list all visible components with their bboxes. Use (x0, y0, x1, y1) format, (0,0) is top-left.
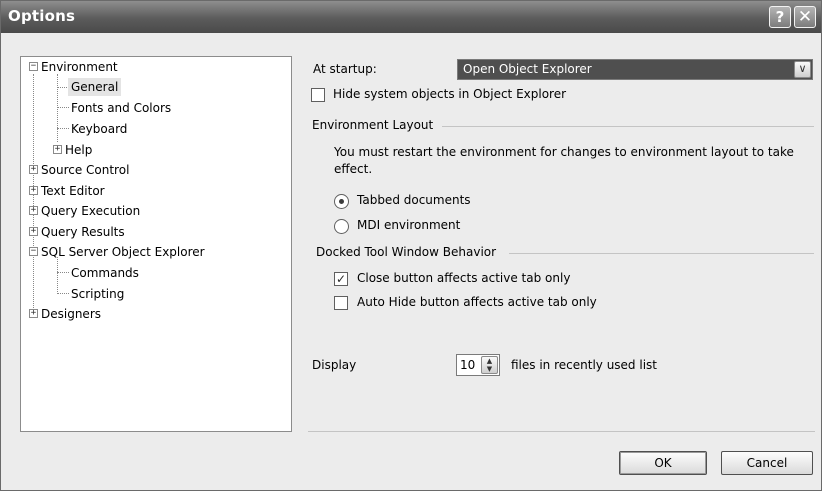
tree-connector (57, 293, 69, 294)
tree-item-label: Query Results (41, 225, 125, 239)
tabbed-documents-label: Tabbed documents (357, 193, 471, 207)
tree-item-text-editor[interactable]: Text Editor (41, 182, 105, 200)
close-button-label: Close button affects active tab only (357, 271, 571, 285)
chevron-up-icon[interactable]: ▲ (482, 357, 497, 365)
chevron-down-icon[interactable]: ▼ (482, 365, 497, 373)
tree-item-label: Scripting (71, 287, 125, 301)
options-dialog: Options ? ✕ − Environment General Fonts … (0, 0, 822, 491)
tree-item-label: SQL Server Object Explorer (41, 245, 205, 259)
recent-files-count-stepper[interactable]: 10 ▲ ▼ (456, 354, 500, 376)
tree-connector (57, 107, 69, 108)
dialog-title: Options (8, 7, 76, 25)
stepper-arrows[interactable]: ▲ ▼ (481, 356, 498, 374)
expand-toggle-text-editor[interactable]: + (29, 186, 38, 195)
collapse-toggle-sql-server-object-explorer[interactable]: − (29, 247, 38, 256)
tree-connector (57, 128, 69, 129)
expand-toggle-query-execution[interactable]: + (29, 206, 38, 215)
collapse-toggle-environment[interactable]: − (29, 62, 38, 71)
tree-item-keyboard[interactable]: Keyboard (71, 120, 127, 138)
tree-item-label: Commands (71, 266, 139, 280)
tree-item-help[interactable]: Help (65, 141, 92, 159)
tree-item-fonts-and-colors[interactable]: Fonts and Colors (71, 99, 171, 117)
tree-item-label: Fonts and Colors (71, 101, 172, 115)
expand-toggle-help[interactable]: + (53, 145, 62, 154)
chevron-down-icon[interactable]: ∨ (794, 61, 811, 78)
tree-item-general[interactable]: General (68, 78, 122, 96)
tree-item-query-execution[interactable]: Query Execution (41, 202, 140, 220)
display-label: Display (312, 358, 357, 372)
help-button[interactable]: ? (769, 6, 791, 28)
tree-item-source-control[interactable]: Source Control (41, 161, 129, 179)
tree-item-label: Text Editor (41, 184, 105, 198)
group-divider (509, 253, 814, 254)
close-button[interactable]: ✕ (794, 6, 816, 28)
footer-divider (308, 431, 815, 432)
tree-item-query-results[interactable]: Query Results (41, 223, 125, 241)
docked-tool-window-heading: Docked Tool Window Behavior (316, 245, 497, 259)
tree-item-sql-server-object-explorer[interactable]: SQL Server Object Explorer (41, 243, 205, 261)
tree-item-commands[interactable]: Commands (71, 264, 139, 282)
tree-connector (57, 74, 58, 142)
at-startup-label: At startup: (313, 62, 377, 76)
options-tree[interactable]: − Environment General Fonts and Colors K… (20, 56, 292, 432)
group-divider (442, 126, 814, 127)
tree-item-label: Source Control (41, 163, 130, 177)
tree-item-label: Environment (41, 60, 118, 74)
expand-toggle-source-control[interactable]: + (29, 165, 38, 174)
recent-files-suffix: files in recently used list (511, 358, 657, 372)
tree-item-label: Keyboard (71, 122, 128, 136)
mdi-environment-label: MDI environment (357, 218, 461, 232)
tree-connector (57, 272, 69, 273)
title-bar: Options ? ✕ (1, 1, 821, 33)
close-button-checkbox[interactable]: ✓ (334, 272, 348, 286)
tree-connector (33, 74, 34, 316)
tree-item-label: Help (65, 143, 93, 157)
tabbed-documents-radio[interactable] (334, 194, 349, 209)
tree-item-scripting[interactable]: Scripting (71, 285, 124, 303)
auto-hide-checkbox[interactable] (334, 296, 348, 310)
hide-system-objects-label: Hide system objects in Object Explorer (333, 87, 567, 101)
tree-connector (57, 257, 58, 294)
at-startup-value: Open Object Explorer (463, 62, 592, 76)
auto-hide-label: Auto Hide button affects active tab only (357, 295, 597, 309)
tree-item-environment[interactable]: Environment (41, 58, 118, 76)
ok-button[interactable]: OK (619, 451, 707, 475)
tree-item-label: Query Execution (41, 204, 141, 218)
cancel-button[interactable]: Cancel (721, 451, 813, 475)
expand-toggle-designers[interactable]: + (29, 309, 38, 318)
environment-layout-heading: Environment Layout (312, 118, 434, 132)
recent-files-count: 10 (460, 358, 476, 372)
tree-item-label: General (71, 80, 119, 94)
tree-item-label: Designers (41, 307, 101, 321)
tree-item-designers[interactable]: Designers (41, 305, 101, 323)
mdi-environment-radio[interactable] (334, 219, 349, 234)
at-startup-select[interactable]: Open Object Explorer ∨ (457, 59, 813, 80)
restart-note: You must restart the environment for cha… (334, 145, 794, 176)
expand-toggle-query-results[interactable]: + (29, 227, 38, 236)
hide-system-objects-checkbox[interactable] (311, 88, 325, 102)
